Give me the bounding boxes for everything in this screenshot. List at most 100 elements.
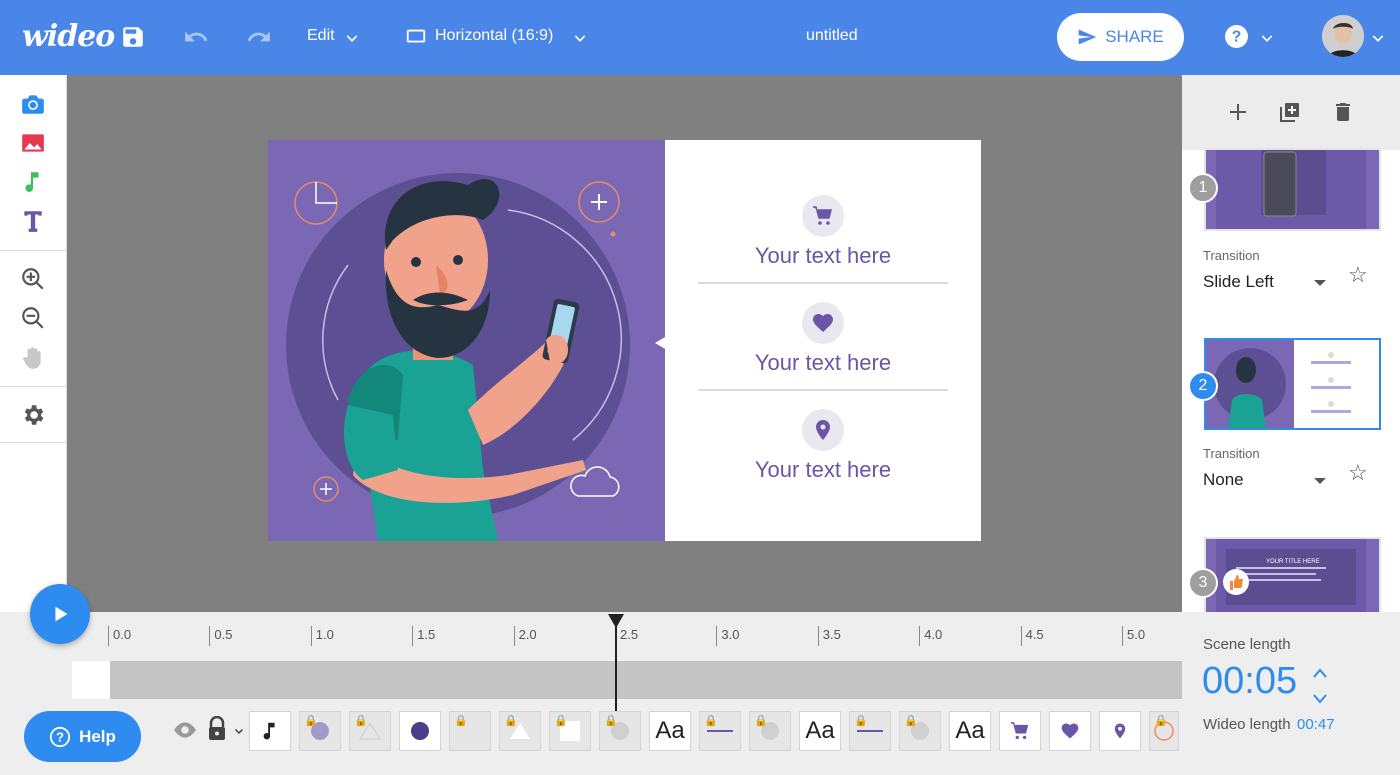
image-icon[interactable] <box>20 130 46 156</box>
top-bar: wideo Edit Horizontal (16:9) untitled SH… <box>0 0 1400 75</box>
heart-icon <box>802 302 844 344</box>
text-item[interactable]: Your text here <box>698 409 948 483</box>
camera-icon[interactable] <box>20 91 46 117</box>
gear-icon[interactable] <box>20 402 46 428</box>
chevron-down-icon[interactable] <box>233 725 245 737</box>
timeline-track-start[interactable] <box>72 661 110 699</box>
duplicate-scene-icon[interactable] <box>1278 100 1302 124</box>
timeline-tick: 5.0 <box>1122 626 1145 646</box>
thumbs-up-icon <box>1223 569 1249 595</box>
circle-element-thumb[interactable]: 🔒 <box>899 711 941 751</box>
save-icon[interactable] <box>120 24 146 50</box>
redo-icon[interactable] <box>246 24 272 50</box>
line-element-thumb[interactable]: 🔒 <box>849 711 891 751</box>
chevron-down-icon[interactable] <box>1312 692 1328 706</box>
share-button[interactable]: SHARE <box>1057 13 1184 61</box>
chevron-down-icon[interactable] <box>1370 30 1386 46</box>
circle-element-thumb[interactable]: 🔒 <box>599 711 641 751</box>
cart-element-thumb[interactable] <box>999 711 1041 751</box>
scene-number-badge: 1 <box>1188 173 1218 203</box>
text-tool-icon[interactable] <box>20 208 46 234</box>
text-item-label[interactable]: Your text here <box>698 243 948 269</box>
scene-thumbnail[interactable] <box>1204 338 1381 430</box>
star-icon[interactable]: ☆ <box>1348 262 1368 288</box>
scene-length-value[interactable]: 00:05 <box>1202 660 1297 703</box>
text-element-thumb[interactable]: Aa <box>649 711 691 751</box>
text-item[interactable]: Your text here <box>698 302 948 376</box>
lock-icon: 🔒 <box>354 715 368 727</box>
text-element-thumb[interactable]: Aa <box>949 711 991 751</box>
scenes-panel-toolbar <box>1182 75 1400 150</box>
undo-icon[interactable] <box>183 24 209 50</box>
blank-element-thumb[interactable]: 🔒 <box>449 711 491 751</box>
edit-menu[interactable]: Edit <box>307 27 335 45</box>
lock-icon[interactable] <box>206 716 228 742</box>
heart-element-thumb[interactable] <box>1049 711 1091 751</box>
lock-icon: 🔒 <box>504 715 518 727</box>
project-title[interactable]: untitled <box>806 27 858 45</box>
bearded-man-illustration[interactable] <box>268 140 665 541</box>
text-item-label[interactable]: Your text here <box>698 457 948 483</box>
scene-thumbnail[interactable] <box>1204 148 1381 231</box>
scene-canvas[interactable]: Your text here Your text here Your text … <box>268 140 981 541</box>
add-scene-icon[interactable] <box>1226 100 1250 124</box>
scene-number-badge: 3 <box>1188 568 1218 598</box>
triangle-outline-element-thumb[interactable]: 🔒 <box>349 711 391 751</box>
play-button[interactable] <box>30 584 90 644</box>
element-text: Aa <box>955 717 985 744</box>
divider <box>698 282 948 284</box>
caret-down-icon[interactable] <box>1314 280 1326 286</box>
star-icon[interactable]: ☆ <box>1348 460 1368 486</box>
lock-icon: 🔒 <box>304 715 318 727</box>
aspect-ratio-select[interactable]: Horizontal (16:9) <box>435 27 553 45</box>
timeline-tick: 2.5 <box>615 626 638 646</box>
illustration-panel[interactable] <box>268 140 665 541</box>
lock-icon: 🔒 <box>904 715 918 727</box>
transition-select[interactable]: None <box>1203 470 1244 490</box>
line-element-thumb[interactable]: 🔒 <box>699 711 741 751</box>
pin-element-thumb[interactable] <box>1099 711 1141 751</box>
circle-element-thumb[interactable] <box>399 711 441 751</box>
timeline-tick: 1.5 <box>412 626 435 646</box>
music-element-thumb[interactable] <box>249 711 291 751</box>
lock-icon: 🔒 <box>704 715 718 727</box>
zoom-in-icon[interactable] <box>20 266 46 292</box>
circle-element-thumb[interactable]: 🔒 <box>299 711 341 751</box>
share-label: SHARE <box>1105 27 1164 46</box>
text-item[interactable]: Your text here <box>698 195 948 269</box>
triangle-element-thumb[interactable]: 🔒 <box>499 711 541 751</box>
transition-label: Transition <box>1203 248 1260 263</box>
left-toolbar <box>0 75 67 612</box>
caret-down-icon[interactable] <box>1314 478 1326 484</box>
timeline-tick: 0.5 <box>209 626 232 646</box>
timeline-ruler[interactable]: 0.0 0.5 1.0 1.5 2.0 2.5 3.0 3.5 4.0 4.5 5.0 <box>108 612 1182 648</box>
timeline-tick: 3.5 <box>817 626 841 646</box>
wideo-logo[interactable]: wideo <box>22 19 115 54</box>
chevron-down-icon[interactable] <box>344 30 360 46</box>
divider <box>0 250 67 251</box>
chevron-down-icon[interactable] <box>572 30 588 46</box>
timeline-track[interactable] <box>72 661 1182 699</box>
help-icon[interactable]: ? <box>1224 24 1249 49</box>
timeline-tick: 0.0 <box>108 626 131 646</box>
chevron-down-icon[interactable] <box>1259 30 1275 46</box>
circle-element-thumb[interactable]: 🔒 <box>1149 711 1179 751</box>
zoom-out-icon[interactable] <box>20 305 46 331</box>
music-icon[interactable] <box>20 169 46 195</box>
text-element-thumb[interactable]: Aa <box>799 711 841 751</box>
timeline-tick: 1.0 <box>310 626 334 646</box>
chevron-up-icon[interactable] <box>1312 666 1328 680</box>
divider <box>0 442 67 443</box>
scene-length-panel: Scene length 00:05 Wideo length 00:47 <box>1182 612 1400 775</box>
eye-icon[interactable] <box>172 720 198 740</box>
transition-select[interactable]: Slide Left <box>1203 272 1274 292</box>
wideo-length-value: 00:47 <box>1297 716 1335 733</box>
square-element-thumb[interactable]: 🔒 <box>549 711 591 751</box>
delete-scene-icon[interactable] <box>1331 100 1355 124</box>
circle-element-thumb[interactable]: 🔒 <box>749 711 791 751</box>
lock-icon: 🔒 <box>754 715 768 727</box>
text-item-label[interactable]: Your text here <box>698 350 948 376</box>
user-avatar[interactable] <box>1322 15 1364 57</box>
hand-pan-icon[interactable] <box>20 345 46 371</box>
help-button[interactable]: ? Help <box>24 711 141 762</box>
